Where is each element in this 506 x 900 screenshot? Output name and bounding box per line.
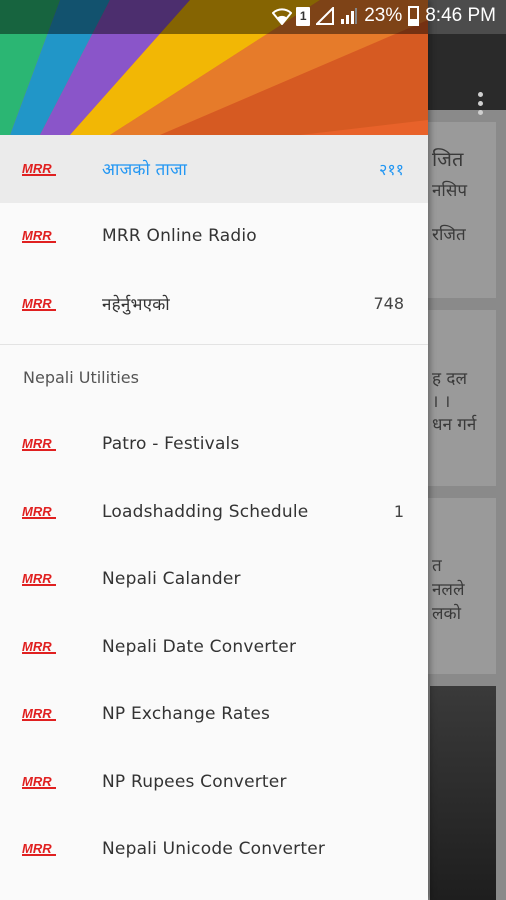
menu-item-label: आजको ताजा [102, 160, 188, 181]
menu-item-unread[interactable]: MRR नहेर्नुभएको 748 [0, 270, 428, 338]
mrr-logo-icon: MRR [22, 296, 56, 312]
menu-item-count: 748 [373, 294, 404, 314]
battery-icon [408, 6, 420, 26]
navigation-drawer: MRR आजको ताजा २११ MRR MRR Online Radio M… [0, 0, 428, 900]
news-card-text: जित [432, 147, 464, 171]
menu-item-count: 1 [393, 502, 404, 522]
svg-text:MRR: MRR [22, 228, 52, 243]
svg-text:MRR: MRR [22, 639, 52, 654]
menu-item-label: Nepali Unicode Converter [102, 839, 326, 860]
news-image[interactable] [430, 686, 496, 900]
svg-text:MRR: MRR [22, 504, 52, 519]
wifi-icon [271, 7, 293, 26]
menu-item-unicode-converter[interactable]: MRR Nepali Unicode Converter [0, 816, 428, 884]
no-signal-icon [314, 5, 335, 25]
mrr-logo-icon: MRR [22, 161, 56, 177]
menu-item-count: २११ [379, 159, 404, 179]
menu-item-online-radio[interactable]: MRR MRR Online Radio [0, 203, 428, 271]
menu-item-label: नहेर्नुभएको [102, 295, 170, 316]
news-card-text: लको [432, 604, 461, 624]
mrr-logo-icon: MRR [22, 706, 56, 722]
menu-item-label: Patro - Festivals [102, 434, 240, 455]
svg-text:MRR: MRR [22, 161, 52, 176]
overflow-menu-icon[interactable] [478, 92, 484, 120]
menu-item-rupees-converter[interactable]: MRR NP Rupees Converter [0, 748, 428, 816]
menu-item-nepali-calendar[interactable]: MRR Nepali Calander [0, 546, 428, 614]
news-card-text: । । [432, 392, 451, 412]
mrr-logo-icon: MRR [22, 571, 56, 587]
menu-item-label: Nepali Calander [102, 569, 241, 590]
svg-text:MRR: MRR [22, 571, 52, 586]
mrr-logo-icon: MRR [22, 436, 56, 452]
svg-text:MRR: MRR [22, 296, 52, 311]
news-card-text: नसिप [432, 181, 467, 201]
menu-item-label: NP Exchange Rates [102, 704, 271, 725]
menu-item-label: NP Rupees Converter [102, 771, 287, 792]
news-card-text: नलले [432, 580, 465, 600]
sim-slot-icon: 1 [296, 6, 311, 26]
svg-text:MRR: MRR [22, 841, 52, 856]
news-card-text: त [432, 556, 442, 576]
mrr-logo-icon: MRR [22, 774, 56, 790]
drawer-menu: MRR आजको ताजा २११ MRR MRR Online Radio M… [0, 135, 428, 883]
menu-item-label: Nepali Date Converter [102, 636, 297, 657]
news-card-text: रजित [432, 225, 466, 245]
svg-text:MRR: MRR [22, 774, 52, 789]
status-time: 8:46 PM [425, 5, 496, 26]
menu-item-patro-festivals[interactable]: MRR Patro - Festivals [0, 411, 428, 479]
svg-text:MRR: MRR [22, 436, 52, 451]
section-header: Nepali Utilities [23, 368, 139, 387]
svg-text:MRR: MRR [22, 706, 52, 721]
mrr-logo-icon: MRR [22, 504, 56, 520]
menu-item-todays-news[interactable]: MRR आजको ताजा २११ [0, 135, 428, 203]
news-card-text: धन गर्न [432, 415, 477, 435]
signal-icon [340, 7, 358, 25]
battery-percent: 23% [364, 5, 403, 26]
news-card-text: ह दल [432, 369, 467, 389]
menu-item-label: MRR Online Radio [102, 226, 257, 247]
menu-item-date-converter[interactable]: MRR Nepali Date Converter [0, 613, 428, 681]
mrr-logo-icon: MRR [22, 639, 56, 655]
mrr-logo-icon: MRR [22, 228, 56, 244]
mrr-logo-icon: MRR [22, 841, 56, 857]
menu-item-label: Loadshadding Schedule [102, 501, 309, 522]
status-bar: 1 23% 8:46 PM [0, 0, 506, 34]
menu-item-loadshedding-schedule[interactable]: MRR Loadshadding Schedule 1 [0, 478, 428, 546]
menu-item-exchange-rates[interactable]: MRR NP Exchange Rates [0, 681, 428, 749]
